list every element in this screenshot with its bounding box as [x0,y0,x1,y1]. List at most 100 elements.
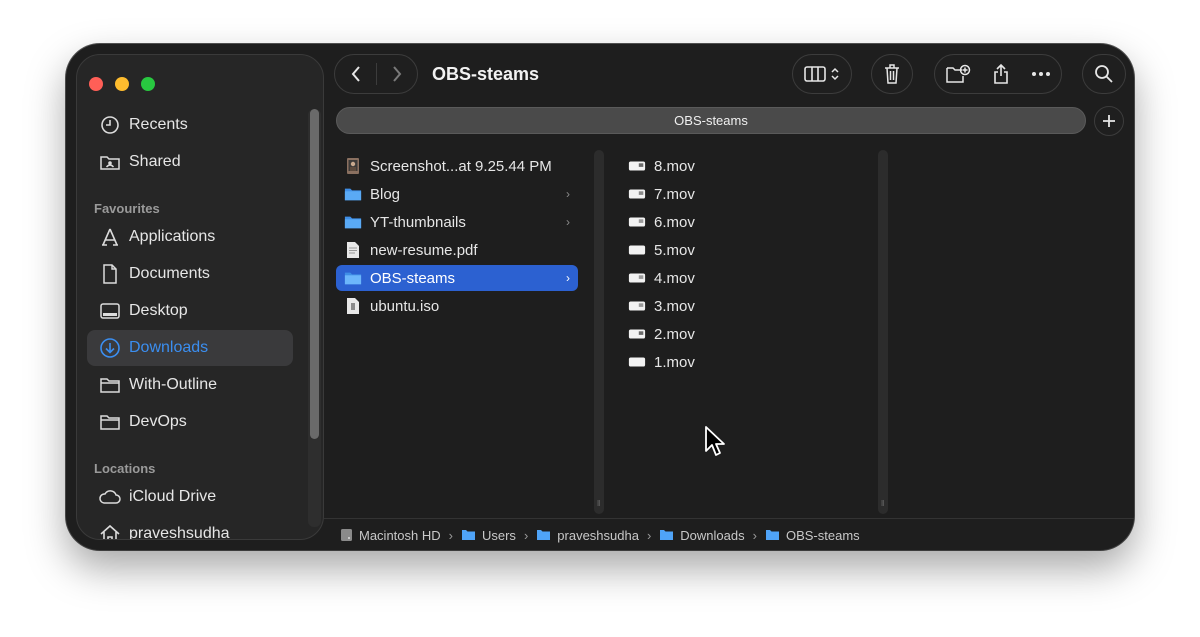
grip-icon: ǁ [597,499,600,508]
video-file-icon [628,157,646,175]
folder-name: OBS-steams [370,269,456,287]
chevron-right-icon: › [566,187,570,201]
column-resize-handle[interactable]: ǁ [878,150,888,514]
crumb-obs-steams[interactable]: OBS-steams [765,528,860,543]
chevron-left-icon [351,66,360,82]
mouse-pointer-icon [705,426,725,456]
chevron-right-icon: › [646,527,652,543]
back-button[interactable] [336,65,376,83]
sidebar-item-downloads[interactable]: Downloads [87,330,293,366]
new-tab-button[interactable] [1094,106,1124,136]
sidebar-item-applications[interactable]: Applications [87,219,293,255]
share-icon [994,63,1008,84]
folder-icon [97,372,123,398]
list-item-obs-steams[interactable]: OBS-steams › [336,265,578,291]
list-item-ubuntu-iso[interactable]: ubuntu.iso [336,293,578,319]
navigation-buttons [334,54,418,94]
list-item-6-mov[interactable]: 6.mov [620,209,860,235]
folder-icon [765,529,780,541]
chevron-right-icon: › [566,271,570,285]
list-item-new-resume[interactable]: new-resume.pdf [336,237,578,263]
crumb-users[interactable]: Users [461,528,516,543]
video-file-icon [628,213,646,231]
crumb-macintosh-hd[interactable]: Macintosh HD [340,528,441,543]
sidebar: Recents Shared Favourites Applications D… [76,54,324,540]
list-item-3-mov[interactable]: 3.mov [620,293,860,319]
sidebar-item-label: Shared [129,153,181,170]
ellipsis-icon [1031,72,1050,76]
folder-name: Blog [370,185,401,203]
search-icon [1095,65,1113,83]
crumb-label: Users [481,527,516,543]
chevron-right-icon [392,66,401,82]
folder-icon [461,529,476,541]
file-name: 7.mov [654,185,695,203]
folder-icon [97,409,123,435]
sidebar-item-praveshsudha[interactable]: praveshsudha [87,516,293,539]
cloud-icon [97,484,123,510]
list-item-blog[interactable]: Blog › [336,181,578,207]
sidebar-item-documents[interactable]: Documents [87,256,293,292]
delete-button[interactable] [871,54,913,94]
list-item-7-mov[interactable]: 7.mov [620,181,860,207]
file-name: 6.mov [654,213,695,231]
column-resize-handle[interactable]: ǁ [594,150,604,514]
list-item-4-mov[interactable]: 4.mov [620,265,860,291]
view-options-button[interactable] [792,54,852,94]
trash-icon [885,64,899,84]
close-window-button[interactable] [89,77,103,91]
sidebar-item-label: Desktop [129,302,188,319]
share-button[interactable] [992,63,1010,85]
sidebar-item-shared[interactable]: Shared [87,144,293,180]
sidebar-item-label: Applications [129,228,216,245]
list-item-screenshot[interactable]: Screenshot...at 9.25.44 PM [336,153,578,179]
file-name: Screenshot...at 9.25.44 PM [370,157,552,175]
folder-icon [659,529,674,541]
video-file-icon [628,353,646,371]
sidebar-item-label: DevOps [129,413,187,430]
file-name: new-resume.pdf [370,241,478,259]
more-button[interactable] [1031,71,1051,77]
file-name: 8.mov [654,157,695,175]
tab-obs-steams[interactable]: OBS-steams [336,107,1086,134]
sidebar-item-with-outline[interactable]: With-Outline [87,367,293,403]
sidebar-item-label: Recents [129,116,188,133]
video-file-icon [628,325,646,343]
video-file-icon [628,269,646,287]
folder-icon [344,269,362,287]
sidebar-item-icloud-drive[interactable]: iCloud Drive [87,479,293,515]
search-button[interactable] [1082,54,1126,94]
list-item-5-mov[interactable]: 5.mov [620,237,860,263]
list-item-2-mov[interactable]: 2.mov [620,321,860,347]
sidebar-item-desktop[interactable]: Desktop [87,293,293,329]
sidebar-item-label: iCloud Drive [129,488,217,505]
minimize-window-button[interactable] [115,77,129,91]
video-file-icon [628,241,646,259]
zoom-window-button[interactable] [141,77,155,91]
action-group [934,54,1062,94]
chevron-right-icon: › [448,527,453,543]
sidebar-item-label: With-Outline [129,376,218,393]
video-file-icon [628,185,646,203]
iso-file-icon [344,297,362,315]
sidebar-item-label: Downloads [129,339,209,356]
file-name: 2.mov [654,325,695,343]
crumb-label: Macintosh HD [359,527,441,543]
clock-icon [97,112,123,138]
crumb-praveshsudha[interactable]: praveshsudha [536,528,639,543]
sidebar-item-devops[interactable]: DevOps [87,404,293,440]
new-folder-button[interactable] [945,64,971,84]
sidebar-item-recents[interactable]: Recents [87,107,293,143]
list-item-8-mov[interactable]: 8.mov [620,153,860,179]
forward-button[interactable] [377,65,417,83]
crumb-downloads[interactable]: Downloads [659,528,745,543]
grip-icon: ǁ [881,499,884,508]
folder-icon [344,185,362,203]
crumb-label: praveshsudha [557,527,639,543]
list-item-1-mov[interactable]: 1.mov [620,349,860,375]
list-item-yt-thumbnails[interactable]: YT-thumbnails › [336,209,578,235]
columns-view-icon [804,66,826,82]
sidebar-scrollbar-thumb[interactable] [310,109,319,439]
folder-icon [536,529,551,541]
chevron-right-icon: › [523,527,529,543]
